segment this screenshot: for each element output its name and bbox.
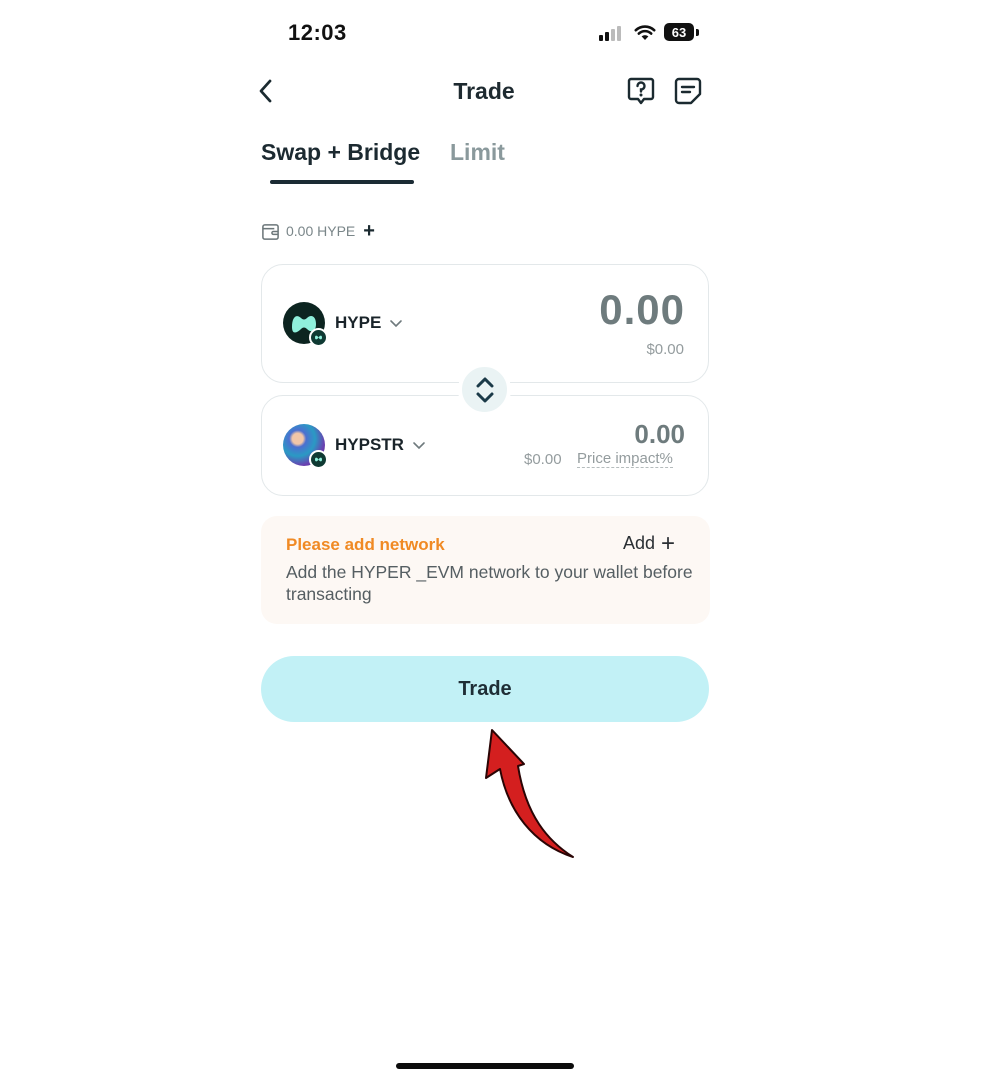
notice-title: Please add network xyxy=(286,535,445,554)
swap-arrows-icon xyxy=(476,377,493,402)
chevron-down-icon xyxy=(390,320,403,328)
to-token-symbol: HYPSTR xyxy=(335,435,404,454)
hyperevm-chain-badge-icon xyxy=(309,328,328,347)
chevron-left-icon xyxy=(259,79,272,103)
to-amount-output: 0.00 xyxy=(634,419,685,449)
battery-tip xyxy=(696,29,699,36)
from-token-selector[interactable]: HYPE xyxy=(283,302,403,347)
from-usd-value: $0.00 xyxy=(646,341,684,358)
home-indicator xyxy=(396,1063,574,1069)
page-title: Trade xyxy=(453,78,515,104)
add-funds-button[interactable]: + xyxy=(363,221,375,241)
wifi-icon xyxy=(634,23,656,41)
tab-swap-bridge[interactable]: Swap + Bridge xyxy=(261,139,420,166)
add-network-label: Add xyxy=(623,533,656,553)
from-token-symbol: HYPE xyxy=(335,313,382,332)
hyperevm-chain-badge-icon xyxy=(309,450,328,469)
add-network-button[interactable]: Add + xyxy=(623,529,676,557)
help-button[interactable] xyxy=(626,76,656,106)
wallet-icon xyxy=(262,223,279,240)
back-button[interactable] xyxy=(252,76,280,106)
battery-icon: 63 xyxy=(664,23,694,41)
swap-direction-button[interactable] xyxy=(458,363,511,416)
status-time: 12:03 xyxy=(288,20,347,45)
plus-icon: + xyxy=(661,529,676,557)
tab-limit[interactable]: Limit xyxy=(450,139,505,166)
notice-message: Add the HYPER _EVM network to your walle… xyxy=(286,562,693,604)
wallet-balance: 0.00 HYPE + xyxy=(261,221,375,241)
hypstr-token-icon xyxy=(283,424,328,469)
active-tab-indicator xyxy=(270,180,414,184)
annotation-arrow-icon xyxy=(485,729,574,858)
to-token-selector[interactable]: HYPSTR xyxy=(283,424,426,469)
cellular-signal-icon xyxy=(599,25,627,41)
hype-token-icon xyxy=(283,302,328,347)
document-list-icon xyxy=(674,77,702,105)
from-amount-input[interactable]: 0.00 xyxy=(599,286,685,334)
history-button[interactable] xyxy=(673,76,703,106)
price-impact-link[interactable]: Price impact% xyxy=(577,451,673,468)
trade-button[interactable]: Trade xyxy=(261,656,709,722)
chevron-down-icon xyxy=(413,442,425,450)
help-icon xyxy=(627,77,655,105)
balance-amount: 0.00 HYPE xyxy=(286,223,356,239)
to-usd-value: $0.00 xyxy=(524,451,562,468)
